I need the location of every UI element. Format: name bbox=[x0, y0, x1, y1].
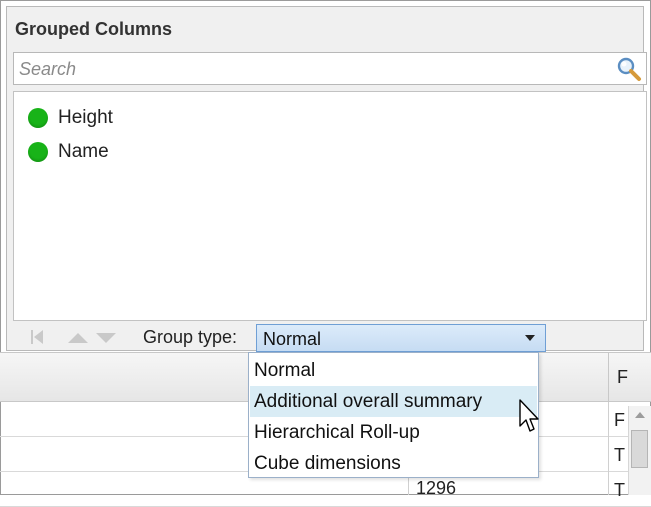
column-header[interactable]: F bbox=[617, 367, 628, 388]
table-cell: T bbox=[614, 445, 625, 465]
chevron-down-icon[interactable] bbox=[525, 335, 535, 341]
search-icon[interactable] bbox=[616, 56, 642, 82]
column-label: Height bbox=[58, 107, 113, 128]
panel-title: Grouped Columns bbox=[15, 19, 172, 39]
list-item[interactable]: Height bbox=[28, 105, 113, 131]
move-up-icon[interactable] bbox=[67, 332, 89, 344]
table-cell: F bbox=[614, 410, 625, 430]
group-type-value: Normal bbox=[263, 329, 322, 349]
table-cell: T bbox=[614, 480, 625, 500]
grouped-columns-panel: Grouped Columns Height Name Group type bbox=[6, 6, 647, 352]
dropdown-option-cube-dimensions[interactable]: Cube dimensions bbox=[250, 448, 537, 479]
group-toolbar: Group type: Normal bbox=[13, 321, 647, 352]
search-box[interactable] bbox=[13, 52, 647, 85]
mouse-pointer-icon bbox=[519, 399, 539, 432]
dropdown-option-hierarchical-roll-up[interactable]: Hierarchical Roll-up bbox=[250, 417, 537, 448]
list-item[interactable]: Name bbox=[28, 139, 109, 165]
dropdown-option-normal[interactable]: Normal bbox=[250, 355, 537, 386]
scroll-up-icon[interactable] bbox=[635, 412, 645, 418]
group-type-select[interactable]: Normal bbox=[256, 324, 546, 352]
column-divider bbox=[608, 402, 609, 495]
move-left-icon[interactable] bbox=[31, 329, 45, 345]
group-type-dropdown: Normal Additional overall summary Hierar… bbox=[248, 352, 539, 478]
grouped-columns-list: Height Name bbox=[13, 91, 647, 321]
status-dot-icon bbox=[28, 108, 48, 128]
column-divider bbox=[608, 353, 609, 403]
group-type-label: Group type: bbox=[143, 327, 238, 347]
scroll-thumb[interactable] bbox=[631, 430, 648, 468]
vertical-scrollbar[interactable] bbox=[628, 406, 651, 495]
move-down-icon[interactable] bbox=[95, 332, 117, 344]
search-input[interactable] bbox=[17, 56, 611, 83]
dropdown-option-additional-overall-summary[interactable]: Additional overall summary bbox=[250, 386, 537, 417]
status-dot-icon bbox=[28, 142, 48, 162]
table-cell: 1296 bbox=[416, 478, 457, 498]
column-label: Name bbox=[58, 141, 109, 162]
